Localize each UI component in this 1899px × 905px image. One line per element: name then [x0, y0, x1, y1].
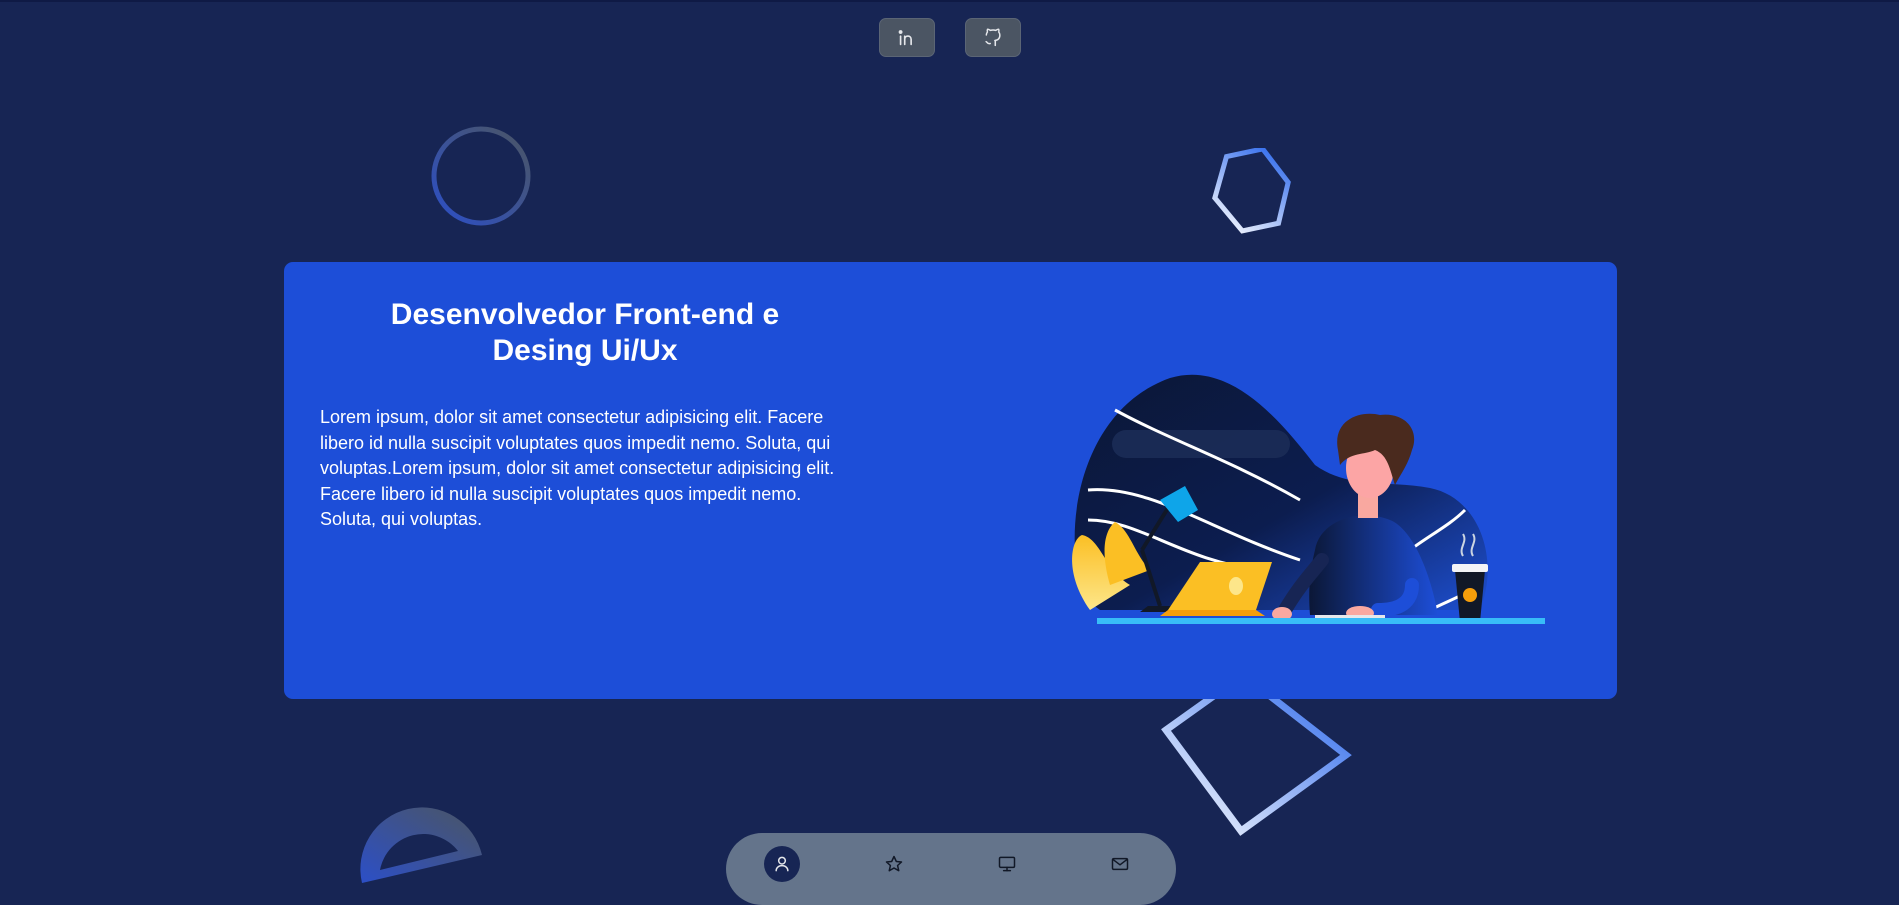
star-icon: [885, 855, 903, 872]
developer-illustration: [1072, 374, 1545, 624]
half-circle-decoration: [360, 807, 482, 883]
hero-title-line1: Desenvolvedor Front-end e: [390, 298, 780, 331]
hero-title: Desenvolvedor Front-end e Desing Ui/Ux: [350, 297, 820, 369]
nav-skills-button[interactable]: [876, 846, 912, 882]
linkedin-button[interactable]: [879, 18, 935, 57]
hero-description: Lorem ipsum, dolor sit amet consectetur …: [320, 407, 835, 529]
github-button[interactable]: [965, 18, 1021, 57]
circle-decoration: [431, 126, 531, 226]
nav-contact-button[interactable]: [1102, 846, 1138, 882]
square-decoration: [1161, 695, 1352, 836]
top-border: [0, 0, 1899, 2]
monitor-icon: [998, 856, 1016, 872]
hero-title-line2: Desing Ui/Ux: [492, 334, 678, 367]
user-icon: [775, 856, 789, 872]
nav-projects-button[interactable]: [989, 846, 1025, 882]
github-icon: [985, 28, 1001, 46]
mail-icon: [1111, 857, 1129, 871]
linkedin-icon: [898, 29, 912, 45]
hexagon-decoration: [1212, 148, 1291, 234]
nav-about-button[interactable]: [764, 846, 800, 882]
